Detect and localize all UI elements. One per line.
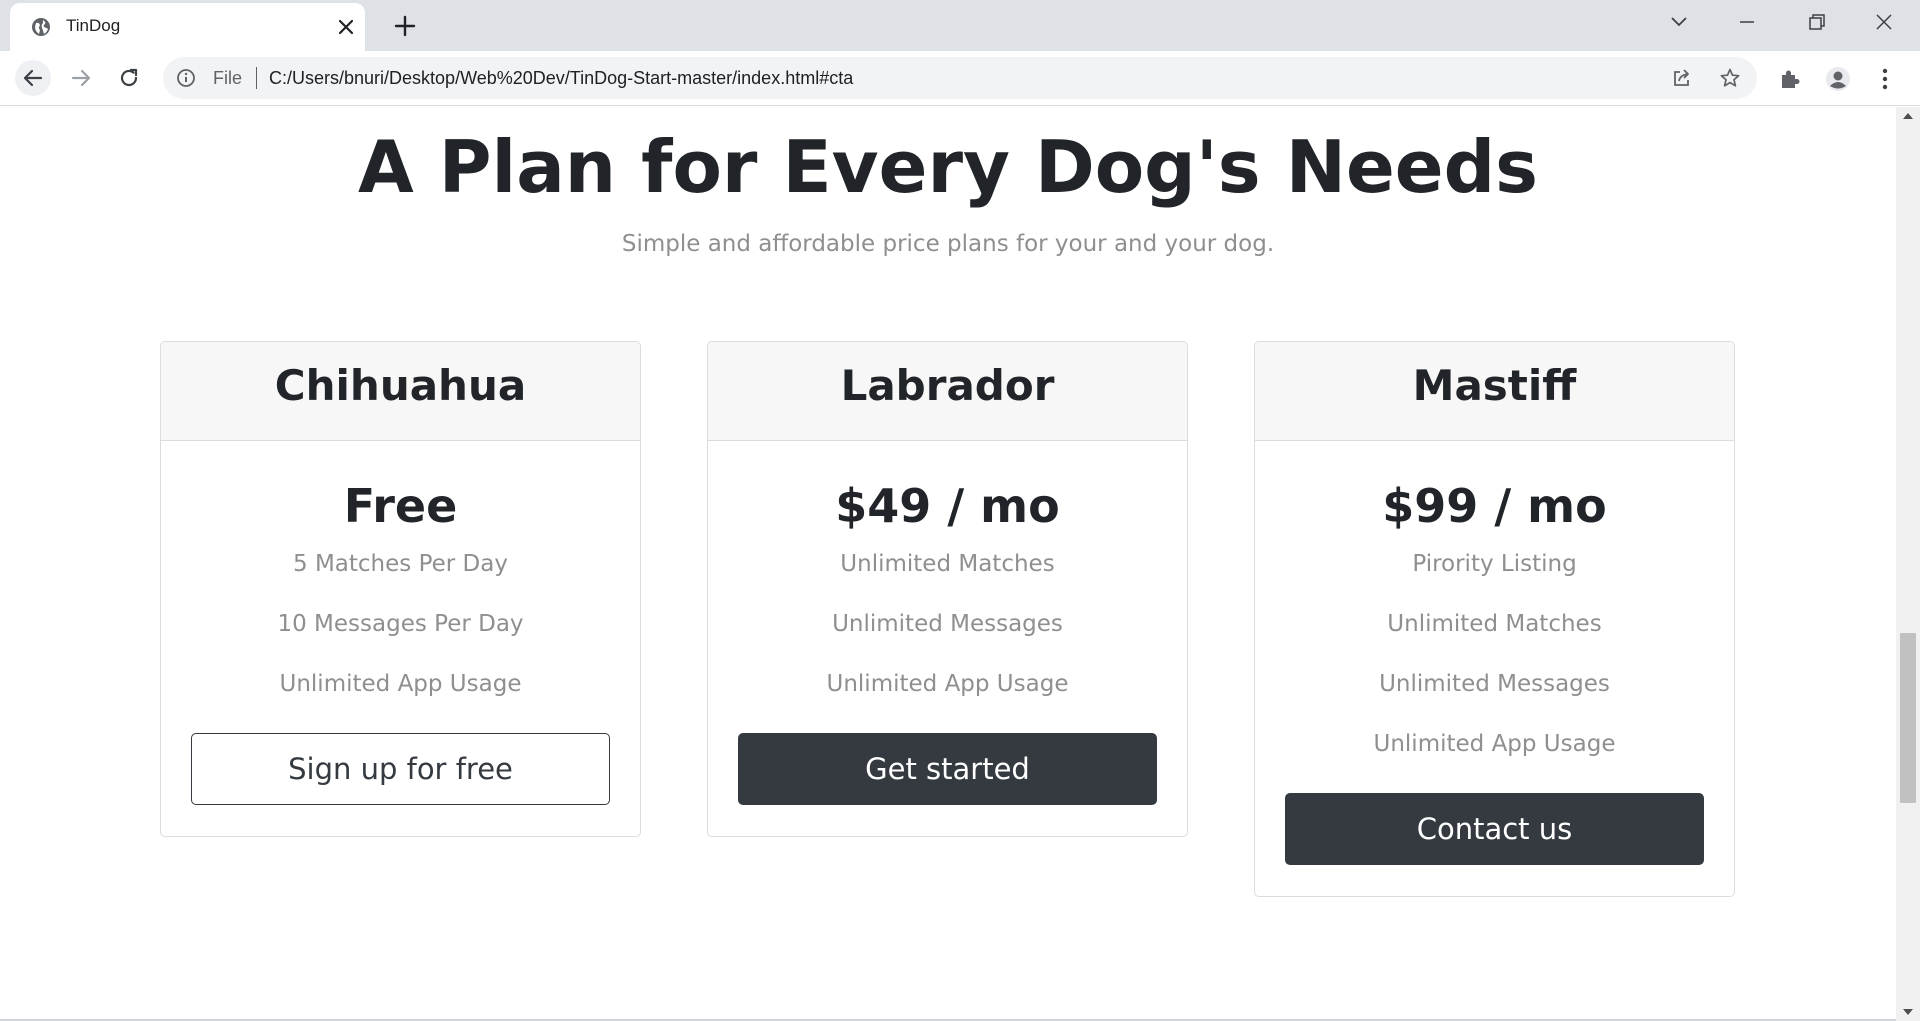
scroll-down-arrow-icon[interactable] [1903,1009,1913,1015]
feature-list: Pirority Listing Unlimited Matches Unlim… [1255,549,1734,789]
reload-icon [120,68,138,87]
card-header: Labrador [708,342,1187,441]
feature-item: Unlimited App Usage [1373,731,1616,757]
feature-item: 5 Matches Per Day [293,551,508,577]
contact-us-button[interactable]: Contact us [1285,793,1704,865]
tab-title: TinDog [66,16,121,35]
pricing-card-chihuahua: Chihuahua Free 5 Matches Per Day 10 Mess… [160,341,641,837]
feature-item: Unlimited App Usage [826,671,1069,697]
share-icon[interactable] [1671,67,1693,89]
plan-name: Chihuahua [274,361,527,410]
back-button[interactable] [15,60,51,96]
browser-tab[interactable]: TinDog [10,3,365,51]
card-header: Chihuahua [161,342,640,441]
arrow-left-icon [23,69,43,87]
feature-list: Unlimited Matches Unlimited Messages Unl… [708,549,1187,729]
arrow-right-icon [71,69,91,87]
plan-price: $49 / mo [835,479,1060,533]
card-body: $49 / mo Unlimited Matches Unlimited Mes… [708,441,1187,836]
close-icon[interactable] [335,16,357,38]
feature-item: Pirority Listing [1412,551,1577,577]
feature-item: Unlimited Messages [832,611,1063,637]
info-icon[interactable] [176,68,196,88]
globe-icon [32,18,50,36]
card-body: Free 5 Matches Per Day 10 Messages Per D… [161,441,640,836]
feature-item: 10 Messages Per Day [277,611,524,637]
puzzle-icon[interactable] [1777,66,1803,92]
plan-price: Free [343,479,458,533]
feature-item: Unlimited Messages [1379,671,1610,697]
feature-item: Unlimited Matches [840,551,1055,577]
feature-list: 5 Matches Per Day 10 Messages Per Day Un… [161,549,640,729]
pricing-card-mastiff: Mastiff $99 / mo Pirority Listing Unlimi… [1254,341,1735,897]
restore-icon[interactable] [1798,8,1834,36]
pricing-card-labrador: Labrador $49 / mo Unlimited Matches Unli… [707,341,1188,837]
feature-item: Unlimited App Usage [279,671,522,697]
pricing-subheading: Simple and affordable price plans for yo… [621,231,1275,257]
plus-icon[interactable] [390,13,420,39]
forward-button[interactable] [63,60,99,96]
address-bar[interactable]: File C:/Users/bnuri/Desktop/Web%20Dev/Ti… [163,57,1757,99]
url-text[interactable]: C:/Users/bnuri/Desktop/Web%20Dev/TinDog-… [269,68,853,89]
tab-strip: TinDog [0,0,1920,51]
omnibox-divider [256,67,257,89]
scroll-up-arrow-icon[interactable] [1903,113,1913,119]
reload-button[interactable] [111,60,147,96]
minimize-icon[interactable] [1729,8,1765,36]
vertical-scrollbar[interactable] [1896,107,1920,1021]
plan-name: Mastiff [1412,361,1577,410]
pricing-heading: A Plan for Every Dog's Needs [357,125,1539,209]
close-window-icon[interactable] [1866,8,1902,36]
tab-search-chevron-icon[interactable] [1661,8,1697,36]
card-header: Mastiff [1255,342,1734,441]
browser-toolbar: File C:/Users/bnuri/Desktop/Web%20Dev/Ti… [0,51,1920,106]
page-viewport: A Plan for Every Dog's Needs Simple and … [0,107,1896,1021]
star-icon[interactable] [1719,67,1741,89]
scrollbar-thumb[interactable] [1900,633,1916,803]
sign-up-free-button[interactable]: Sign up for free [191,733,610,805]
feature-item: Unlimited Matches [1387,611,1602,637]
get-started-button[interactable]: Get started [738,733,1157,805]
scheme-label: File [213,68,243,88]
kebab-menu-icon[interactable] [1872,66,1898,92]
plan-price: $99 / mo [1382,479,1607,533]
plan-name: Labrador [840,361,1055,410]
card-body: $99 / mo Pirority Listing Unlimited Matc… [1255,441,1734,896]
profile-icon[interactable] [1825,66,1851,92]
